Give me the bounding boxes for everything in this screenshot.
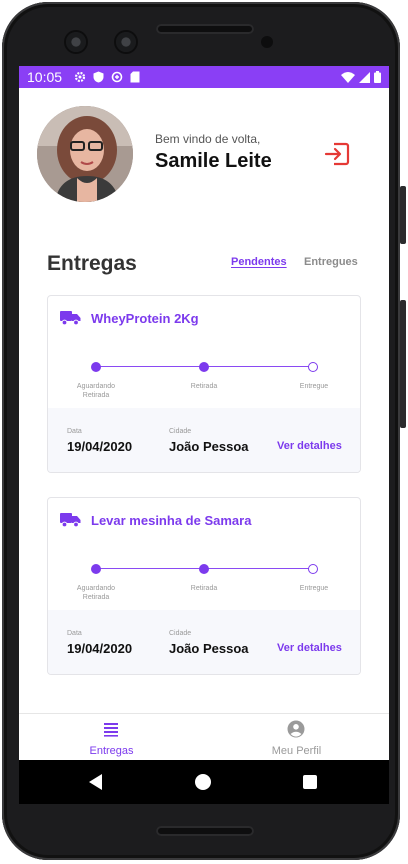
bottom-speaker [156, 826, 254, 836]
step-dot-pending [308, 362, 318, 372]
step-label: Aguardando Retirada [76, 383, 116, 399]
step-label: Retirada [190, 585, 218, 592]
date-value: 19/04/2020 [67, 439, 133, 454]
delivery-title: Levar mesinha de Samara [91, 512, 252, 528]
welcome-text: Bem vindo de volta, [155, 132, 261, 146]
step-dot-done [199, 362, 209, 372]
date-label: Data [67, 428, 82, 435]
delivery-card[interactable]: Levar mesinha de Samara Aguardando Retir… [47, 497, 361, 675]
truck-icon [60, 513, 81, 528]
avatar[interactable] [37, 106, 133, 202]
nav-label: Entregas [89, 745, 134, 757]
city-value: João Pessoa [169, 641, 249, 656]
step-dot-done [199, 564, 209, 574]
volume-button [400, 300, 406, 428]
step-label: Entregue [299, 383, 329, 390]
front-camera [66, 32, 86, 52]
step-dot-pending [308, 564, 318, 574]
step-dot-done [91, 564, 101, 574]
view-details-link[interactable]: Ver detalhes [277, 440, 342, 452]
status-bar: 10:05 [19, 66, 389, 88]
card-footer: Data 19/04/2020 Cidade João Pessoa Ver d… [48, 610, 360, 674]
delivery-title: WheyProtein 2Kg [91, 310, 199, 326]
signal-icon [359, 71, 370, 83]
bottom-navigation: Entregas Meu Perfil [19, 713, 389, 760]
top-speaker [156, 24, 254, 34]
step-label: Aguardando Retirada [76, 585, 116, 601]
front-camera-secondary [116, 32, 136, 52]
data-saver-icon [111, 71, 123, 83]
nav-item-meu-perfil[interactable]: Meu Perfil [204, 714, 389, 761]
tab-entregues[interactable]: Entregues [304, 256, 358, 268]
recent-apps-button[interactable] [303, 775, 317, 789]
wifi-icon [341, 71, 355, 83]
tab-pendentes[interactable]: Pendentes [231, 256, 287, 268]
battery-icon [374, 71, 381, 83]
step-dot-done [91, 362, 101, 372]
step-label: Entregue [299, 585, 329, 592]
settings-icon [74, 71, 86, 83]
truck-icon [60, 311, 81, 326]
page-title: Entregas [47, 252, 137, 275]
nav-label: Meu Perfil [271, 745, 322, 757]
shield-icon [93, 71, 104, 83]
power-button [400, 186, 406, 244]
delivery-card[interactable]: WheyProtein 2Kg Aguardando Retirada Reti… [47, 295, 361, 473]
city-label: Cidade [169, 428, 192, 435]
date-value: 19/04/2020 [67, 641, 133, 656]
city-value: João Pessoa [169, 439, 249, 454]
date-label: Data [67, 630, 82, 637]
back-icon[interactable] [89, 774, 103, 790]
app-screen: 10:05 Bem vindo de volta, Samile Leite E… [19, 66, 389, 804]
proximity-sensor [261, 36, 273, 48]
nav-item-entregas[interactable]: Entregas [19, 714, 204, 761]
home-button[interactable] [195, 774, 211, 790]
system-navigation-bar [19, 760, 389, 804]
avatar-photo [37, 106, 133, 202]
logout-icon[interactable] [324, 142, 350, 166]
user-name: Samile Leite [155, 150, 272, 172]
card-footer: Data 19/04/2020 Cidade João Pessoa Ver d… [48, 408, 360, 472]
view-details-link[interactable]: Ver detalhes [277, 642, 342, 654]
city-label: Cidade [169, 630, 192, 637]
status-time: 10:05 [27, 69, 63, 85]
sd-card-icon [130, 71, 140, 83]
list-icon [104, 723, 118, 737]
step-label: Retirada [190, 383, 218, 390]
account-circle-icon [287, 720, 305, 738]
